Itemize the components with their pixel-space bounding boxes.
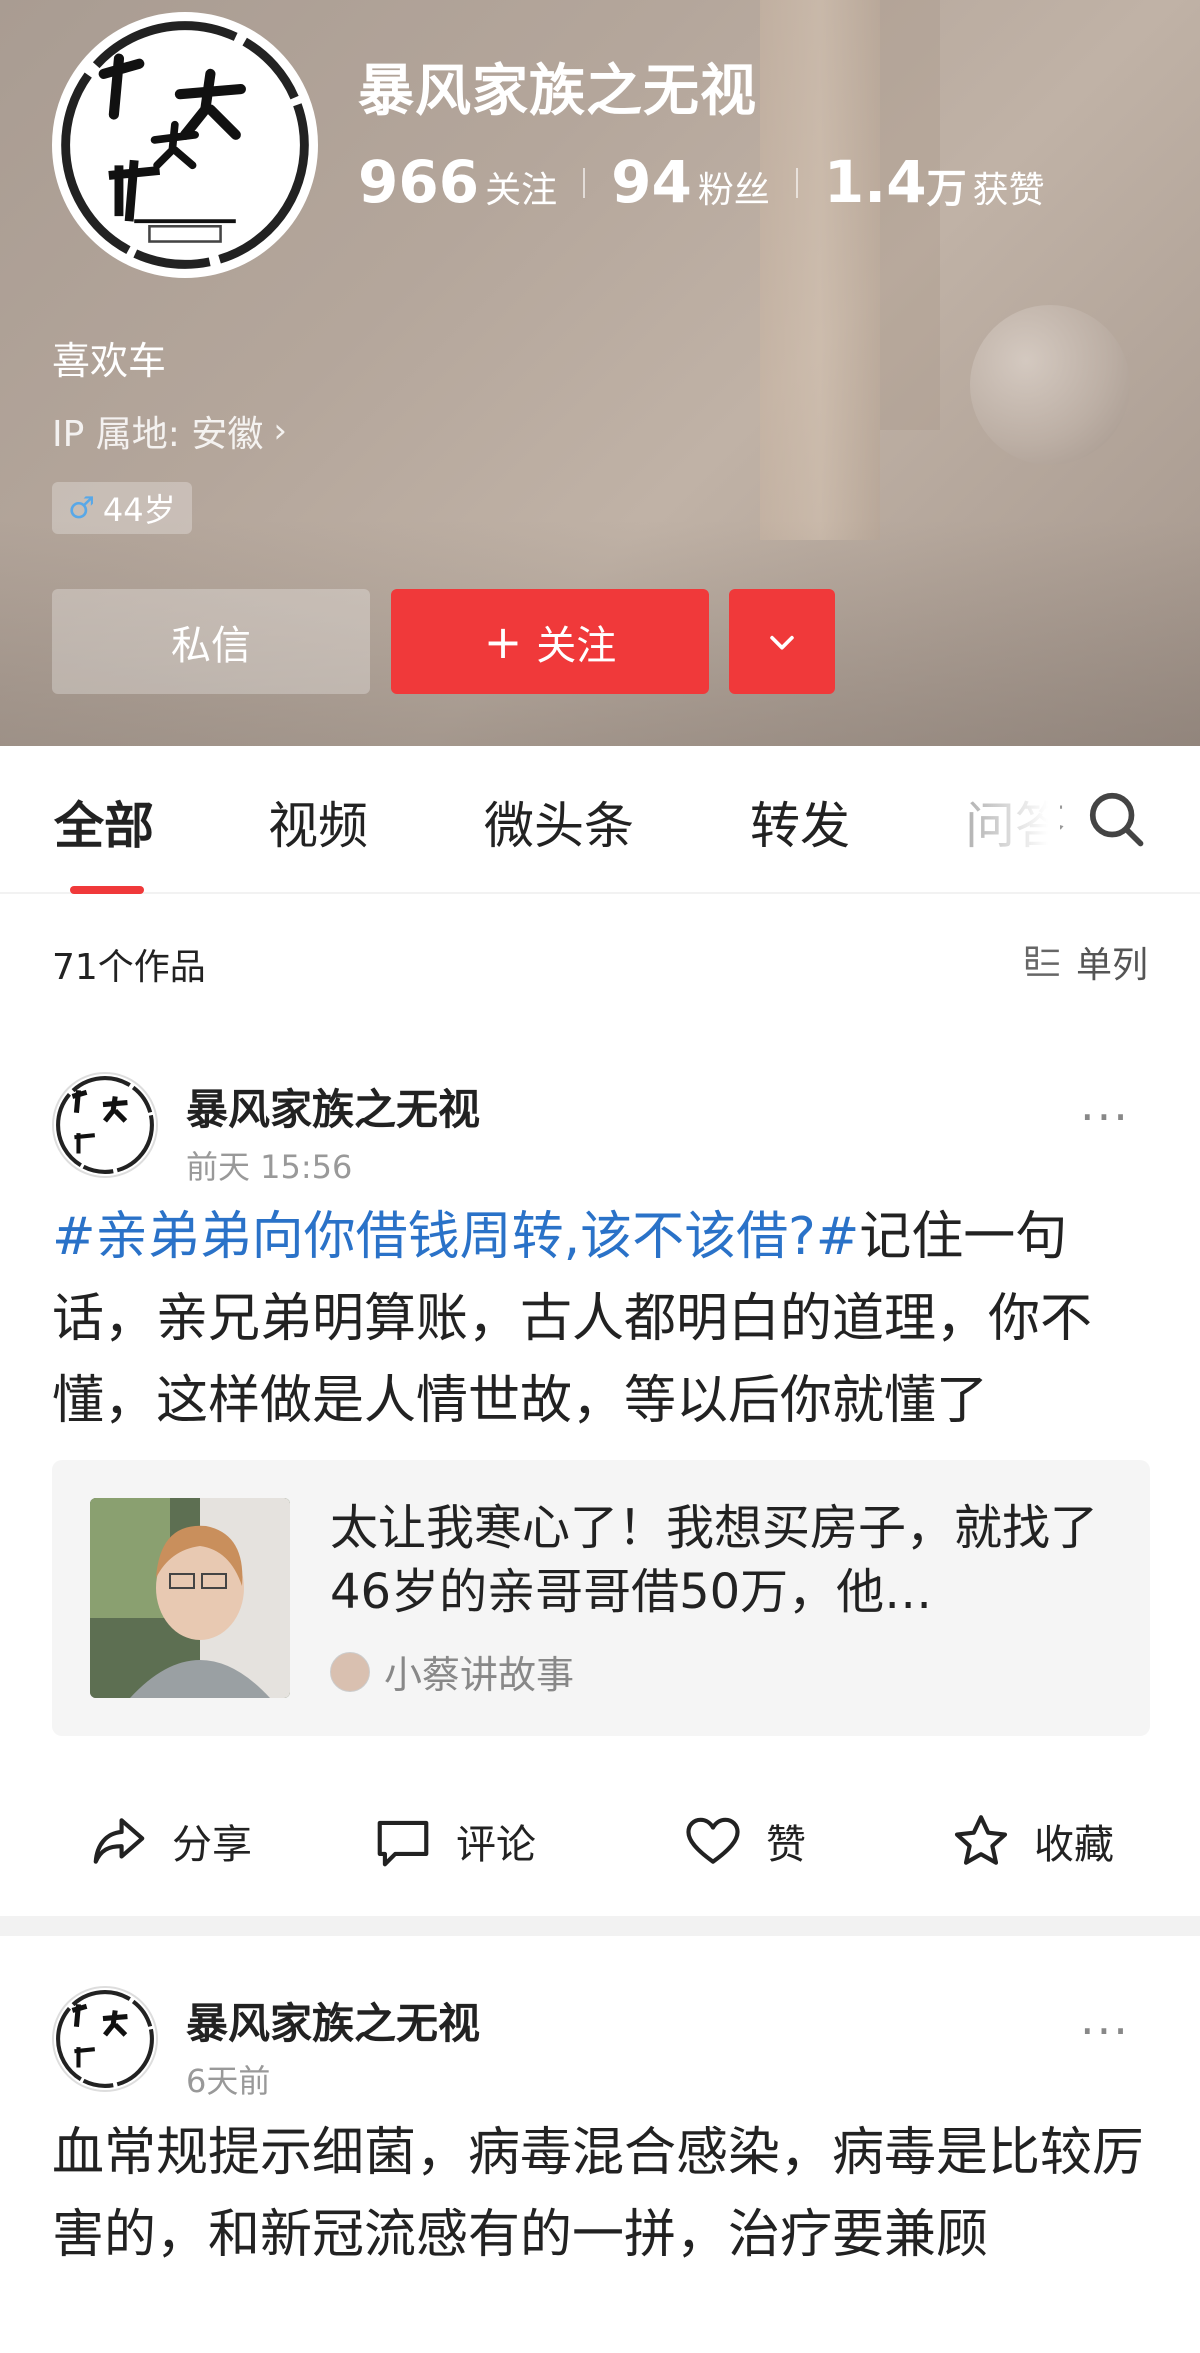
like-label: 赞: [766, 1822, 806, 1868]
stat-divider: [795, 168, 798, 198]
profile-nickname: 暴风家族之无视: [358, 59, 757, 124]
tab-micro-headline[interactable]: 微头条: [484, 786, 634, 858]
comment-label: 评论: [456, 1822, 536, 1868]
stat-following-label: 关注: [485, 170, 558, 211]
profile-stats: 966 关注 94 粉丝 1.4 万 获赞: [358, 148, 1045, 218]
works-count: 71个作品: [52, 947, 206, 988]
more-options-icon[interactable]: ···: [1080, 1090, 1130, 1144]
quoted-article-source[interactable]: 小蔡讲故事: [330, 1644, 574, 1699]
quoted-article-title: 太让我寒心了！我想买房子，就找了46岁的亲哥哥借50万，他…: [330, 1500, 1099, 1620]
post-author-name[interactable]: 暴风家族之无视: [186, 1990, 480, 2051]
more-options-icon[interactable]: ···: [1080, 2004, 1130, 2058]
stat-likes-count: 1.4: [823, 148, 927, 216]
favorite-button[interactable]: 收藏: [950, 1810, 1114, 1872]
like-button[interactable]: 赞: [682, 1810, 806, 1872]
header-background-decoration: [760, 0, 880, 540]
share-icon: [93, 1818, 145, 1864]
ip-location-text: IP 属地: 安徽: [52, 414, 264, 455]
post-body-text: 血常规提示细菌，病毒混合感染，病毒是比较厉害的，和新冠流感有的一拼，治疗要兼顾: [52, 2123, 1145, 2265]
active-tab-indicator: [70, 886, 144, 894]
stat-likes-label: 获赞: [972, 170, 1045, 211]
tabs-fade-overlay: [940, 766, 1060, 876]
comment-button[interactable]: 评论: [372, 1810, 536, 1872]
stat-followers[interactable]: 94 粉丝: [611, 148, 770, 216]
message-button-label: 私信: [171, 622, 251, 669]
message-button[interactable]: 私信: [52, 589, 370, 694]
source-name: 小蔡讲故事: [384, 1653, 575, 1697]
post-action-bar: 分享 评论 赞 收藏: [0, 1770, 1200, 1910]
post-author-avatar[interactable]: [52, 1986, 158, 2092]
thumbnail-image: [90, 1498, 290, 1698]
star-icon: [954, 1815, 1008, 1865]
post-author-avatar[interactable]: [52, 1072, 158, 1178]
profile-avatar[interactable]: [52, 12, 318, 278]
content-tabs: 全部 视频 微头条 转发 问答: [0, 746, 1200, 894]
recommend-dropdown-button[interactable]: [729, 589, 835, 694]
stat-following[interactable]: 966 关注: [358, 148, 557, 216]
stat-divider: [583, 168, 586, 198]
tab-repost[interactable]: 转发: [750, 786, 850, 858]
post-hashtag[interactable]: #亲弟弟向你借钱周转,该不该借?#: [52, 1207, 859, 1267]
comment-icon: [377, 1820, 429, 1867]
age-badge: ♂ 44岁: [52, 482, 192, 534]
post-body[interactable]: #亲弟弟向你借钱周转,该不该借?#记住一句话，亲兄弟明算账，古人都明白的道理，你…: [52, 1196, 1152, 1442]
search-icon[interactable]: [1085, 788, 1147, 850]
list-layout-icon: [1025, 946, 1059, 976]
stat-likes[interactable]: 1.4 万 获赞: [824, 148, 1045, 216]
post-timestamp: 6天前: [186, 2062, 271, 2100]
avatar-ink-art-icon: [54, 1988, 156, 2090]
profile-header: 暴风家族之无视 966 关注 94 粉丝 1.4 万 获赞 喜欢车 IP 属地:…: [0, 0, 1200, 746]
post-body[interactable]: 血常规提示细菌，病毒混合感染，病毒是比较厉害的，和新冠流感有的一拼，治疗要兼顾: [52, 2112, 1152, 2276]
favorite-label: 收藏: [1034, 1822, 1114, 1868]
age-text: 44岁: [102, 491, 176, 529]
post-author-name[interactable]: 暴风家族之无视: [186, 1076, 480, 1137]
layout-toggle-label: 单列: [1075, 945, 1148, 986]
chevron-right-icon: ›: [273, 411, 287, 451]
male-gender-icon: ♂: [68, 490, 95, 526]
stat-following-count: 966: [358, 148, 480, 216]
stat-likes-unit: 万: [926, 166, 967, 212]
post-timestamp: 前天 15:56: [186, 1148, 353, 1186]
tab-video[interactable]: 视频: [268, 786, 368, 858]
profile-bio: 喜欢车: [52, 339, 167, 383]
post-separator: [0, 1916, 1200, 1936]
share-label: 分享: [172, 1822, 252, 1868]
follow-button[interactable]: + 关注: [391, 589, 709, 694]
avatar-ink-art-icon: [58, 18, 312, 272]
source-avatar: [330, 1651, 370, 1692]
layout-toggle-button[interactable]: 单列: [1024, 936, 1148, 988]
header-background-decoration: [970, 305, 1130, 465]
stat-followers-count: 94: [611, 148, 692, 216]
plus-icon: +: [483, 614, 523, 669]
chevron-down-icon: [770, 635, 794, 650]
quoted-article-thumbnail: [90, 1498, 290, 1698]
like-icon: [686, 1817, 740, 1864]
ip-location-link[interactable]: IP 属地: 安徽 ›: [52, 405, 287, 457]
tab-all[interactable]: 全部: [54, 786, 154, 858]
follow-button-label: 关注: [536, 622, 617, 669]
share-button[interactable]: 分享: [88, 1810, 252, 1872]
stat-followers-label: 粉丝: [697, 170, 770, 211]
avatar-ink-art-icon: [54, 1074, 156, 1176]
quoted-article-card[interactable]: 太让我寒心了！我想买房子，就找了46岁的亲哥哥借50万，他… 小蔡讲故事: [52, 1460, 1150, 1736]
